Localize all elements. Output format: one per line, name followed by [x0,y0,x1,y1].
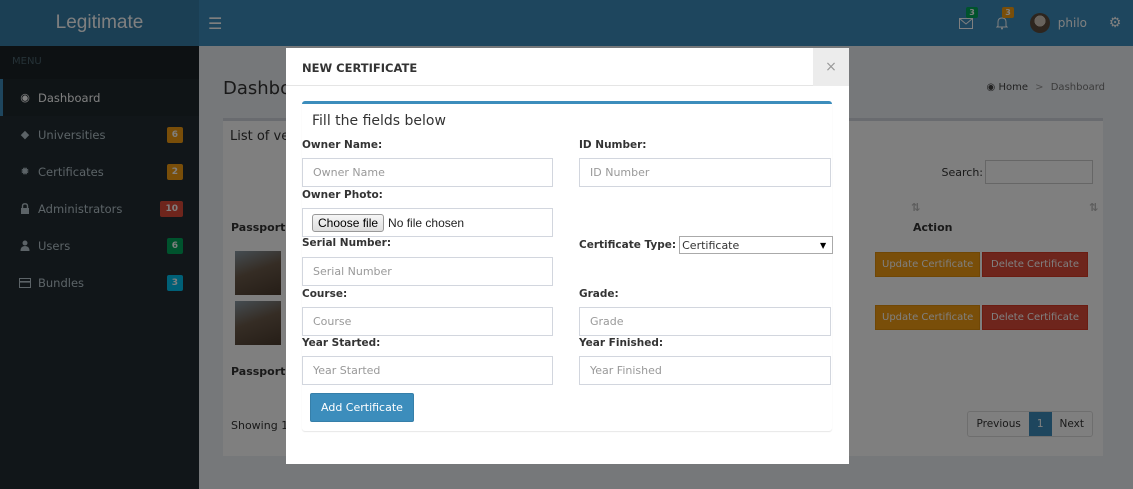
owner-name-label: Owner Name: [302,139,383,151]
certificate-type-value: Certificate [682,238,740,252]
course-input[interactable]: Course [302,307,553,336]
owner-name-input[interactable]: Owner Name [302,158,553,187]
year-started-input[interactable]: Year Started [302,356,553,385]
modal-title: NEW CERTIFICATE [302,61,418,75]
close-icon[interactable]: × [813,48,849,86]
id-number-label: ID Number: [579,139,647,151]
serial-number-input[interactable]: Serial Number [302,257,553,286]
id-number-input[interactable]: ID Number [579,158,831,187]
choose-file-button[interactable]: Choose file [312,213,385,232]
owner-photo-file-input: Choose file No file chosen [302,208,553,237]
form-heading: Fill the fields below [312,113,446,129]
certificate-type-select[interactable]: Certificate ▼ [679,236,834,254]
file-status: No file chosen [388,215,465,230]
serial-number-label: Serial Number: [302,237,392,249]
owner-photo-label: Owner Photo: [302,189,383,201]
dropdown-arrow-icon: ▼ [819,240,827,250]
certificate-type-row: Certificate Type: Certificate ▼ [579,236,834,254]
new-certificate-modal: NEW CERTIFICATE × Fill the fields below … [286,48,849,464]
add-certificate-button[interactable]: Add Certificate [310,393,414,422]
grade-input[interactable]: Grade [579,307,831,336]
year-started-label: Year Started: [302,337,381,349]
year-finished-input[interactable]: Year Finished [579,356,831,385]
course-label: Course: [302,288,348,300]
grade-label: Grade: [579,288,619,300]
modal-header: NEW CERTIFICATE × [286,48,849,86]
year-finished-label: Year Finished: [579,337,664,349]
certificate-type-label: Certificate Type: [579,239,677,251]
